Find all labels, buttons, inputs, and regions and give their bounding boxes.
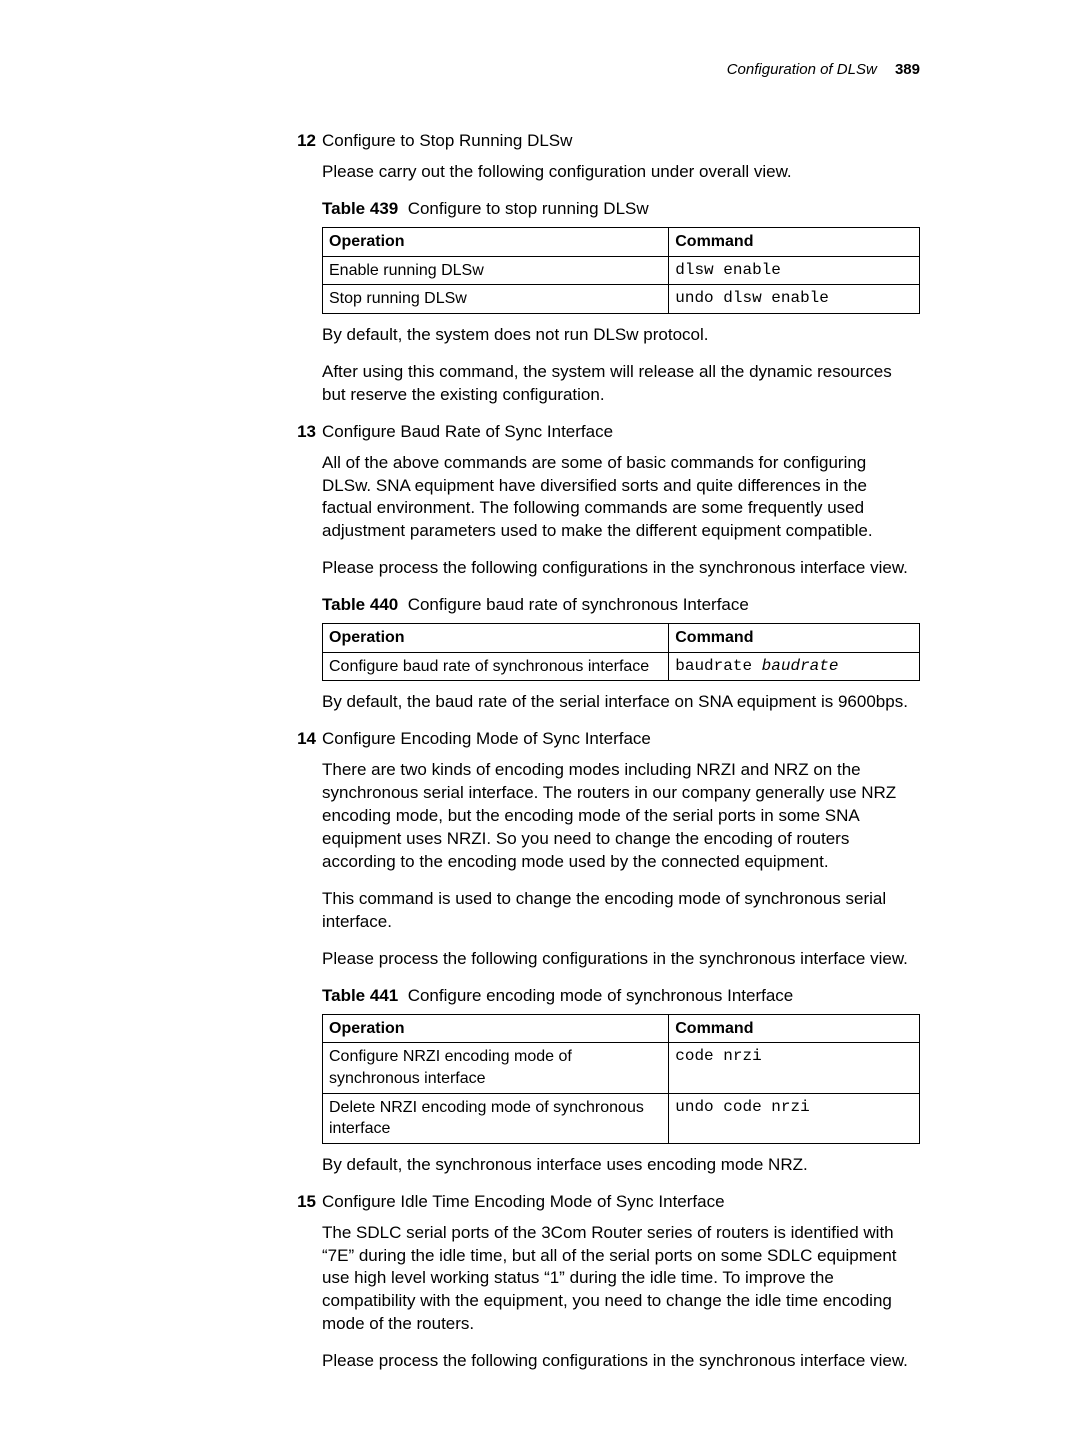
cell-operation: Stop running DLSw (323, 285, 669, 314)
th-command: Command (669, 624, 920, 653)
table-440: Operation Command Configure baud rate of… (322, 623, 920, 681)
table-row: Enable running DLSw dlsw enable (323, 256, 920, 285)
cell-command: undo dlsw enable (669, 285, 920, 314)
step-number: 13 (280, 421, 322, 444)
th-operation: Operation (323, 228, 669, 257)
cell-command: undo code nrzi (669, 1093, 920, 1143)
table-caption: Table 439 Configure to stop running DLSw (322, 198, 920, 221)
th-command: Command (669, 228, 920, 257)
cell-operation: Configure baud rate of synchronous inter… (323, 652, 669, 681)
cell-command: baudrate baudrate (669, 652, 920, 681)
step-12-body: Please carry out the following configura… (322, 161, 920, 406)
table-441: Operation Command Configure NRZI encodin… (322, 1014, 920, 1144)
th-command: Command (669, 1014, 920, 1043)
paragraph: By default, the system does not run DLSw… (322, 324, 920, 347)
paragraph: This command is used to change the encod… (322, 888, 920, 934)
table-caption: Table 441 Configure encoding mode of syn… (322, 985, 920, 1008)
table-row: Delete NRZI encoding mode of synchronous… (323, 1093, 920, 1143)
step-title: Configure Encoding Mode of Sync Interfac… (322, 728, 920, 751)
step-14: 14 Configure Encoding Mode of Sync Inter… (280, 728, 920, 751)
table-header-row: Operation Command (323, 624, 920, 653)
header-title: Configuration of DLSw (727, 61, 877, 78)
cell-command: dlsw enable (669, 256, 920, 285)
page-header: Configuration of DLSw 389 (280, 60, 920, 80)
step-12: 12 Configure to Stop Running DLSw (280, 130, 920, 153)
cell-operation: Configure NRZI encoding mode of synchron… (323, 1043, 669, 1093)
paragraph: Please process the following configurati… (322, 1350, 920, 1373)
paragraph: All of the above commands are some of ba… (322, 452, 920, 544)
table-caption-text: Configure to stop running DLSw (408, 199, 649, 218)
table-label: Table 440 (322, 595, 398, 614)
table-row: Stop running DLSw undo dlsw enable (323, 285, 920, 314)
step-15-body: The SDLC serial ports of the 3Com Router… (322, 1222, 920, 1374)
step-15: 15 Configure Idle Time Encoding Mode of … (280, 1191, 920, 1214)
table-row: Configure NRZI encoding mode of synchron… (323, 1043, 920, 1093)
step-title: Configure Baud Rate of Sync Interface (322, 421, 920, 444)
step-14-body: There are two kinds of encoding modes in… (322, 759, 920, 1176)
table-header-row: Operation Command (323, 1014, 920, 1043)
step-title: Configure to Stop Running DLSw (322, 130, 920, 153)
step-title: Configure Idle Time Encoding Mode of Syn… (322, 1191, 920, 1214)
paragraph: Please process the following configurati… (322, 948, 920, 971)
paragraph: Please carry out the following configura… (322, 161, 920, 184)
page-number: 389 (895, 61, 920, 78)
table-caption: Table 440 Configure baud rate of synchro… (322, 594, 920, 617)
th-operation: Operation (323, 1014, 669, 1043)
paragraph: There are two kinds of encoding modes in… (322, 759, 920, 874)
cell-operation: Delete NRZI encoding mode of synchronous… (323, 1093, 669, 1143)
paragraph: By default, the synchronous interface us… (322, 1154, 920, 1177)
step-13-body: All of the above commands are some of ba… (322, 452, 920, 715)
step-number: 12 (280, 130, 322, 153)
table-439: Operation Command Enable running DLSw dl… (322, 227, 920, 314)
table-label: Table 439 (322, 199, 398, 218)
table-caption-text: Configure baud rate of synchronous Inter… (408, 595, 749, 614)
table-label: Table 441 (322, 986, 398, 1005)
paragraph: By default, the baud rate of the serial … (322, 691, 920, 714)
paragraph: The SDLC serial ports of the 3Com Router… (322, 1222, 920, 1337)
cell-command: code nrzi (669, 1043, 920, 1093)
cell-operation: Enable running DLSw (323, 256, 669, 285)
paragraph: After using this command, the system wil… (322, 361, 920, 407)
paragraph: Please process the following configurati… (322, 557, 920, 580)
step-13: 13 Configure Baud Rate of Sync Interface (280, 421, 920, 444)
th-operation: Operation (323, 624, 669, 653)
table-header-row: Operation Command (323, 228, 920, 257)
step-number: 15 (280, 1191, 322, 1214)
step-number: 14 (280, 728, 322, 751)
table-caption-text: Configure encoding mode of synchronous I… (408, 986, 794, 1005)
table-row: Configure baud rate of synchronous inter… (323, 652, 920, 681)
